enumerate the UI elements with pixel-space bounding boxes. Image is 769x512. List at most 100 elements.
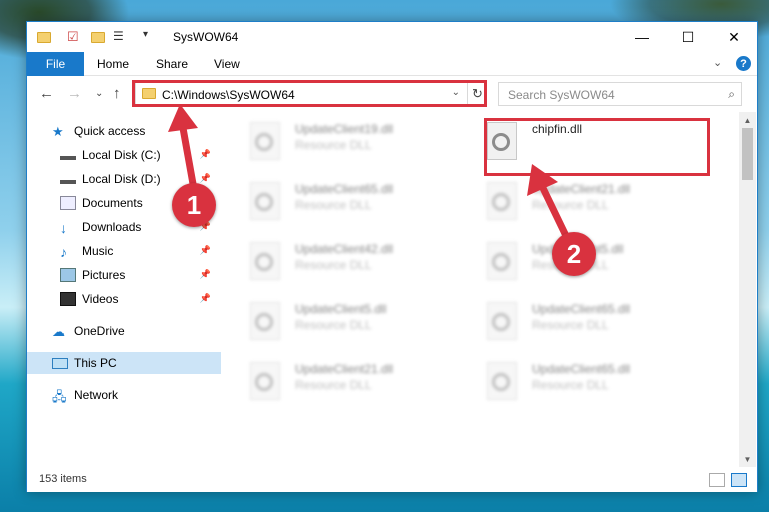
vertical-scrollbar[interactable]: ▲ ▼	[739, 112, 756, 467]
drive-icon	[60, 174, 76, 184]
list-item[interactable]: UpdateClient5.dll Resource DLL	[487, 240, 717, 292]
sidebar-item-onedrive[interactable]: ☁ OneDrive	[27, 320, 221, 342]
quick-access-toolbar-icon[interactable]: ☰	[113, 29, 129, 45]
search-icon: ⌕	[728, 87, 735, 101]
list-item[interactable]: UpdateClient21.dll Resource DLL	[487, 180, 717, 232]
tab-home[interactable]: Home	[97, 57, 129, 71]
file-name: UpdateClient42.dll	[295, 242, 394, 256]
tab-file[interactable]: File	[27, 52, 84, 76]
pin-icon[interactable]: 📌	[200, 173, 211, 184]
file-list: UpdateClient19.dll Resource DLL chipfin.…	[222, 112, 738, 467]
sidebar-item-label: Quick access	[74, 124, 146, 138]
dll-file-icon	[250, 182, 280, 220]
sidebar-item-local-disk-c[interactable]: Local Disk (C:) 📌	[27, 144, 221, 166]
title-bar: ☑ ☰ ▾ SysWOW64 — ☐ ✕	[27, 22, 757, 52]
address-path: C:\Windows\SysWOW64	[162, 88, 295, 102]
search-placeholder: Search SysWOW64	[508, 88, 615, 102]
file-type: Resource DLL	[295, 378, 372, 392]
list-item[interactable]: UpdateClient42.dll Resource DLL	[250, 240, 480, 292]
step-1-badge: 1	[172, 183, 216, 227]
scroll-up-arrow-icon[interactable]: ▲	[739, 112, 756, 128]
ribbon-tabs: File Home Share View ⌄ ?	[27, 52, 757, 76]
file-type: Resource DLL	[532, 198, 609, 212]
dll-file-icon	[487, 302, 517, 340]
list-item[interactable]: UpdateClient65.dll Resource DLL	[487, 360, 717, 412]
network-icon: 🖧	[52, 389, 67, 404]
sidebar-item-music[interactable]: ♪ Music 📌	[27, 240, 221, 262]
new-folder-icon[interactable]	[91, 29, 107, 45]
dll-file-icon	[250, 362, 280, 400]
minimize-button[interactable]: —	[619, 22, 665, 52]
list-item[interactable]: UpdateClient19.dll Resource DLL	[250, 120, 480, 172]
dll-file-icon	[487, 122, 517, 160]
scroll-thumb[interactable]	[742, 128, 753, 180]
dll-file-icon	[250, 242, 280, 280]
tab-view[interactable]: View	[214, 57, 240, 71]
list-item[interactable]: UpdateClient5.dll Resource DLL	[250, 300, 480, 352]
file-type: Resource DLL	[532, 318, 609, 332]
sidebar-item-network[interactable]: 🖧 Network	[27, 384, 221, 406]
sidebar-item-videos[interactable]: Videos 📌	[27, 288, 221, 310]
scroll-down-arrow-icon[interactable]: ▼	[739, 451, 756, 467]
pictures-icon	[60, 268, 76, 282]
address-dropdown-icon[interactable]: ⌄	[452, 87, 460, 98]
address-bar[interactable]: C:\Windows\SysWOW64 ⌄	[135, 82, 487, 106]
status-bar: 153 items	[27, 468, 757, 492]
recent-locations-chevron-icon[interactable]: ⌄	[95, 88, 103, 99]
file-type: Resource DLL	[295, 258, 372, 272]
search-input[interactable]: Search SysWOW64 ⌕	[498, 82, 742, 106]
sidebar-item-pictures[interactable]: Pictures 📌	[27, 264, 221, 286]
download-icon: ↓	[60, 220, 67, 236]
sidebar-item-label: Pictures	[82, 268, 126, 282]
file-name: chipfin.dll	[532, 122, 583, 136]
close-button[interactable]: ✕	[711, 22, 757, 52]
sidebar-item-label: Local Disk (C:)	[82, 148, 161, 162]
computer-icon	[52, 357, 68, 369]
videos-icon	[60, 292, 76, 306]
file-name: UpdateClient5.dll	[295, 302, 387, 316]
pin-icon[interactable]: 📌	[200, 245, 211, 256]
list-item[interactable]: UpdateClient65.dll Resource DLL	[487, 300, 717, 352]
file-name: UpdateClient65.dll	[532, 302, 631, 316]
navigation-pane: ★ Quick access Local Disk (C:) 📌 Local D…	[27, 112, 221, 467]
sidebar-item-label: Music	[82, 244, 114, 258]
pin-icon[interactable]: 📌	[200, 149, 211, 160]
dll-file-icon	[250, 122, 280, 160]
list-item[interactable]: UpdateClient65.dll Resource DLL	[250, 180, 480, 232]
details-view-icon[interactable]	[709, 473, 725, 487]
list-item-chipfin[interactable]: chipfin.dll	[487, 120, 717, 172]
window-title: SysWOW64	[173, 30, 239, 44]
sidebar-item-label: Network	[74, 388, 119, 402]
file-type: Resource DLL	[532, 378, 609, 392]
sidebar-item-this-pc[interactable]: This PC	[27, 352, 221, 374]
large-icons-view-icon[interactable]	[731, 473, 747, 487]
list-item[interactable]: UpdateClient21.dll Resource DLL	[250, 360, 480, 412]
file-name: UpdateClient21.dll	[532, 182, 631, 196]
sidebar-item-label: OneDrive	[74, 324, 125, 338]
file-name: UpdateClient65.dll	[532, 362, 631, 376]
pin-icon[interactable]: 📌	[200, 293, 211, 304]
tab-share[interactable]: Share	[156, 57, 188, 71]
pin-icon[interactable]: 📌	[200, 269, 211, 280]
expand-ribbon-chevron-icon[interactable]: ⌄	[713, 56, 722, 69]
sidebar-item-label: Downloads	[82, 220, 142, 234]
help-icon[interactable]: ?	[736, 56, 751, 71]
refresh-icon[interactable]: ↻	[467, 82, 487, 106]
file-type: Resource DLL	[295, 198, 372, 212]
back-arrow-icon[interactable]: ←	[39, 85, 54, 102]
drive-icon	[60, 150, 76, 160]
documents-icon	[60, 196, 76, 210]
forward-arrow-icon[interactable]: →	[67, 85, 82, 102]
properties-icon[interactable]: ☑	[67, 29, 83, 45]
music-icon: ♪	[60, 244, 67, 260]
step-2-badge: 2	[552, 232, 596, 276]
folder-icon[interactable]	[37, 29, 53, 45]
customize-toolbar-chevron-icon[interactable]: ▾	[143, 29, 159, 45]
file-name: UpdateClient21.dll	[295, 362, 394, 376]
dll-file-icon	[487, 242, 517, 280]
maximize-button[interactable]: ☐	[665, 22, 711, 52]
dll-file-icon	[250, 302, 280, 340]
file-name: UpdateClient65.dll	[295, 182, 394, 196]
up-arrow-icon[interactable]: ↑	[113, 85, 121, 102]
sidebar-item-quick-access[interactable]: ★ Quick access	[27, 120, 221, 142]
